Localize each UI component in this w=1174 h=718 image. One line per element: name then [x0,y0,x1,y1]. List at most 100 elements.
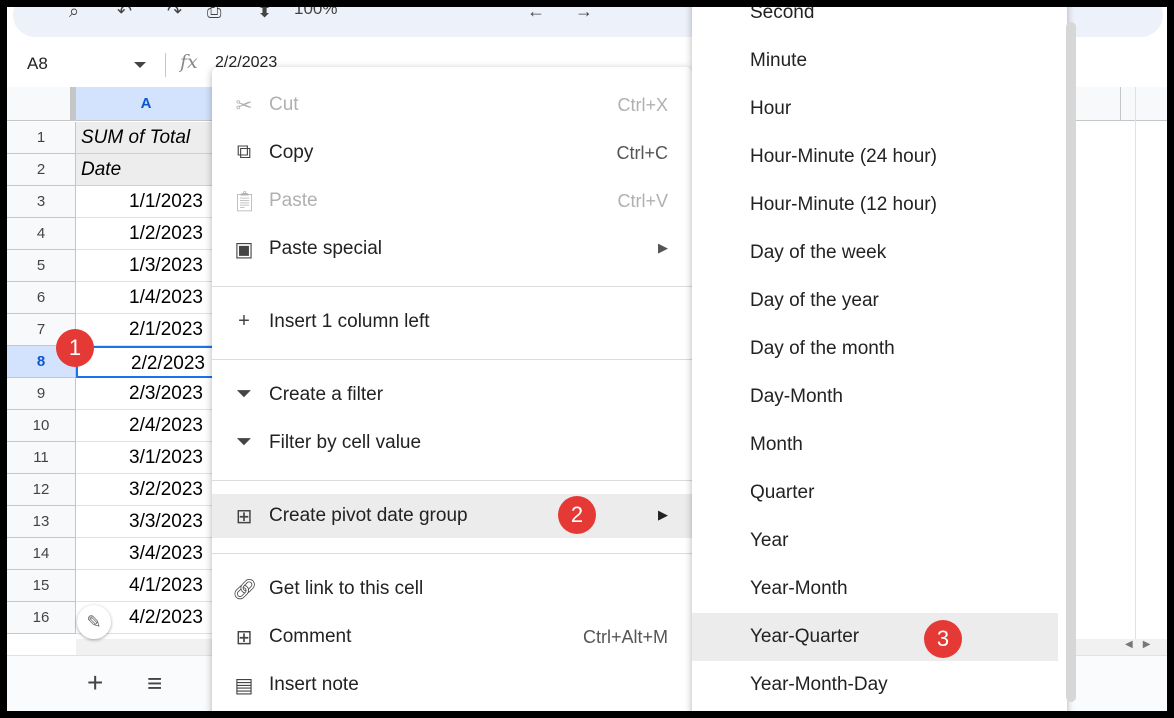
filter-icon: ⏷ [236,431,252,453]
menu-item-shortcut: Ctrl+X [617,95,668,115]
menu-item-label: Insert 1 column left [269,311,430,332]
menu-item-label: Insert note [269,674,359,695]
row-header[interactable]: 5 [7,250,76,282]
menu-item-label: Filter by cell value [269,432,422,453]
submenu-item[interactable]: Second [692,7,1058,37]
decrease-decimal-icon[interactable]: ← [527,7,545,22]
menu-divider [212,480,692,481]
menu-icon[interactable]: ≡ [147,668,162,699]
submenu-item-label: Day of the week [750,242,887,263]
menu-item-paste-special[interactable]: ▣ Paste special ▶ [212,227,692,271]
step-callout-3: 3 [924,620,962,658]
scroll-arrows-icon[interactable]: ◀▶ [1125,639,1160,650]
menu-item-paste[interactable]: 📋︎ Paste Ctrl+V [212,179,692,223]
submenu-item-label: Year-Quarter [750,626,860,647]
submenu-item[interactable]: Day of the year [692,277,1058,325]
table-row[interactable]: 3/1/2023 [76,442,216,474]
table-row[interactable]: 1/2/2023 [76,218,216,250]
row-header[interactable]: 10 [7,410,76,442]
submenu-item[interactable]: Year [692,517,1058,565]
plus-icon[interactable]: + [87,667,103,699]
submenu-item[interactable]: Year-Month-Day [692,661,1058,709]
column-header-a[interactable]: A [76,87,216,121]
submenu-item-label: Hour-Minute (12 hour) [750,194,937,215]
table-row[interactable]: 1/3/2023 [76,250,216,282]
zoom-select[interactable]: 100% [294,7,337,19]
row-header[interactable]: 4 [7,218,76,250]
cell-a1[interactable]: SUM of Total [76,122,216,154]
grid-right-edge [1135,87,1136,655]
menu-item-pivot-date-group[interactable]: ⊞ Create pivot date group ▶ [212,494,692,538]
table-row[interactable]: 2/3/2023 [76,378,216,410]
submenu-item-highlighted[interactable]: Year-Quarter [692,613,1058,661]
table-row[interactable]: 4/1/2023 [76,570,216,602]
note-icon: ▤ [234,675,254,697]
menu-item-label: Copy [269,142,314,163]
copy-icon: ⧉ [236,141,252,163]
undo-icon[interactable]: ↶ [117,7,132,22]
pencil-icon[interactable]: ✎ [77,605,111,639]
selected-cell[interactable]: 2/2/2023 [76,346,216,378]
submenu-item[interactable]: Hour [692,85,1058,133]
search-icon[interactable]: ⌕ [69,7,79,22]
submenu-item[interactable]: Minute [692,37,1058,85]
submenu-item[interactable]: Day-Month [692,373,1058,421]
row-header[interactable]: 14 [7,538,76,570]
row-header[interactable]: 6 [7,282,76,314]
column-header[interactable] [1120,87,1167,121]
row-header[interactable]: 16 [7,602,76,634]
menu-item-label: Create a filter [269,384,384,405]
row-header[interactable]: 9 [7,378,76,410]
row-header[interactable]: 12 [7,474,76,506]
menu-item-cut[interactable]: ✂ Cut Ctrl+X [212,83,692,127]
print-icon[interactable]: ⎙ [207,7,221,22]
menu-item-create-filter[interactable]: ⏷ Create a filter [212,373,692,417]
submenu-item[interactable]: Day of the month [692,325,1058,373]
menu-item-filter-by-value[interactable]: ⏷ Filter by cell value [212,421,692,465]
paint-format-icon[interactable]: ⬍ [257,7,272,22]
row-header[interactable]: 1 [7,122,76,154]
menu-divider [212,286,692,287]
menu-item-get-link[interactable]: 🔗︎ Get link to this cell [212,567,692,611]
row-header[interactable]: 3 [7,186,76,218]
freeze-bar[interactable] [70,87,75,120]
menu-item-shortcut: Ctrl+V [617,191,668,211]
table-row[interactable]: 2/4/2023 [76,410,216,442]
menu-item-copy[interactable]: ⧉ Copy Ctrl+C [212,131,692,175]
submenu-item-label: Hour [750,98,792,119]
row-header[interactable]: 13 [7,506,76,538]
chevron-right-icon: ▶ [658,507,668,522]
submenu-item[interactable]: Quarter [692,469,1058,517]
table-row[interactable]: 2/1/2023 [76,314,216,346]
submenu-item[interactable]: Day of the week [692,229,1058,277]
menu-item-insert-column[interactable]: + Insert 1 column left [212,300,692,344]
row-header[interactable]: 11 [7,442,76,474]
name-box[interactable]: A8 [27,54,48,74]
redo-icon[interactable]: ↷ [167,7,182,22]
row-header[interactable]: 2 [7,154,76,186]
submenu-item-label: Month [750,434,803,455]
submenu-item-label: Hour-Minute (24 hour) [750,146,937,167]
submenu-item[interactable]: Hour-Minute (12 hour) [692,181,1058,229]
submenu-item[interactable]: Hour-Minute (24 hour) [692,133,1058,181]
submenu-item[interactable]: Year-Month [692,565,1058,613]
submenu-item[interactable]: Month [692,421,1058,469]
chevron-down-icon[interactable] [134,62,146,68]
pivot-date-group-submenu: Second Minute Hour Hour-Minute (24 hour)… [692,7,1076,711]
submenu-scrollbar[interactable] [1066,22,1076,702]
cell-a2[interactable]: Date [76,154,216,186]
submenu-item-label: Quarter [750,482,815,503]
menu-item-comment[interactable]: ⊞ Comment Ctrl+Alt+M [212,615,692,659]
select-all-corner[interactable] [7,87,76,121]
menu-item-insert-note[interactable]: ▤ Insert note [212,663,692,707]
table-row[interactable]: 1/4/2023 [76,282,216,314]
table-row[interactable]: 1/1/2023 [76,186,216,218]
submenu-item-label: Minute [750,50,808,71]
increase-decimal-icon[interactable]: → [575,7,593,22]
menu-item-label: Cut [269,94,299,115]
table-row[interactable]: 3/4/2023 [76,538,216,570]
table-row[interactable]: 3/2/2023 [76,474,216,506]
table-row[interactable]: 3/3/2023 [76,506,216,538]
clipboard-icon: ▣ [234,239,254,261]
row-header[interactable]: 15 [7,570,76,602]
